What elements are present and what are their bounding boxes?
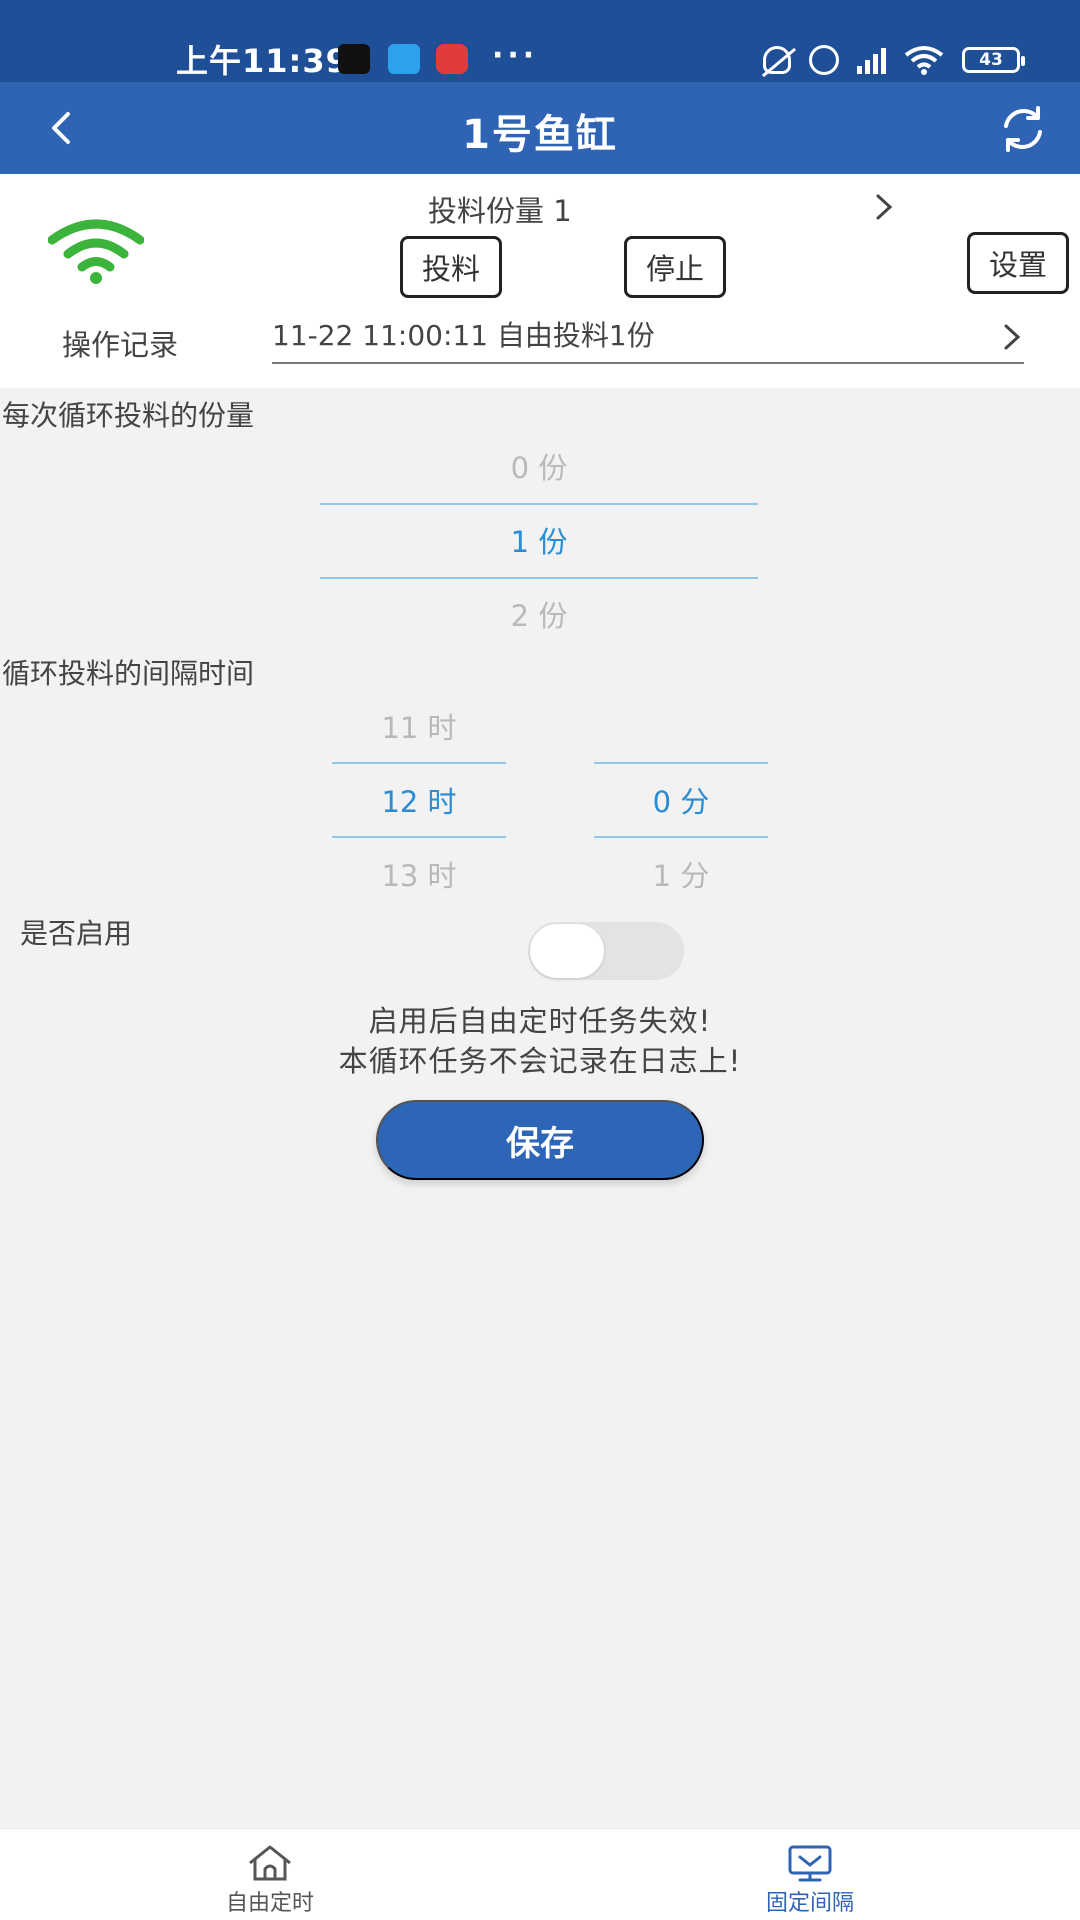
app-mascot-icon [436,44,468,74]
refresh-icon[interactable] [994,100,1052,158]
picker-divider [320,503,758,505]
operation-log-value: 11-22 11:00:11 自由投料1份 [272,319,655,352]
status-bar: 上午11:39 ··· 43 [0,0,1080,82]
hour-selected-option[interactable]: 12 时 [332,782,506,822]
alarm-icon [809,45,839,75]
status-time: 上午11:39 [176,42,349,80]
device-panel: 投料份量 1 投料 停止 设置 操作记录 11-22 11:00:11 自由投料… [0,174,1080,388]
chevron-right-icon[interactable] [872,192,896,222]
minute-selected-option[interactable]: 0 分 [594,782,768,822]
wifi-status-icon [904,46,944,75]
feed-button[interactable]: 投料 [400,236,502,298]
stop-button[interactable]: 停止 [624,236,726,298]
bottom-nav: 自由定时 固定间隔 [0,1828,1080,1920]
picker-divider [320,577,758,579]
picker-selected-option[interactable]: 1 份 [320,522,758,562]
nav-item-fixed-interval[interactable]: 固定间隔 [690,1829,930,1920]
minute-option[interactable]: 1 分 [594,856,768,896]
hour-option[interactable]: 13 时 [332,856,506,896]
operation-log-label: 操作记录 [62,328,179,362]
picker-divider [594,762,768,764]
app-bar: 1号鱼缸 [0,82,1080,174]
notice-text: 启用后自由定时任务失效! [368,1004,712,1038]
more-notifications-icon: ··· [492,38,539,73]
settings-button[interactable]: 设置 [967,232,1069,294]
device-wifi-icon [48,219,144,284]
picker-option[interactable]: 0 份 [320,448,758,488]
monitor-icon [788,1845,832,1882]
feed-portion-label: 投料份量 1 [428,194,572,228]
home-icon [249,1845,291,1881]
battery-icon: 43 [962,47,1025,73]
operation-log-field[interactable]: 11-22 11:00:11 自由投料1份 [272,316,1024,364]
toggle-knob [530,924,604,978]
picker-option[interactable]: 2 份 [320,596,758,636]
page-title: 1号鱼缸 [462,112,618,158]
portion-section-title: 每次循环投料的份量 [2,399,255,432]
save-button[interactable]: 保存 [376,1100,704,1180]
chevron-right-icon [1004,324,1021,350]
picker-divider [594,836,768,838]
picker-divider [332,836,506,838]
mute-icon [763,46,791,74]
interval-section-title: 循环投料的间隔时间 [2,657,255,690]
enable-toggle[interactable] [528,922,684,980]
picker-divider [332,762,506,764]
signal-icon [857,46,886,74]
status-icons: 43 [763,42,1025,78]
enable-label: 是否启用 [20,917,133,950]
cloud-icon [388,44,420,74]
tiktok-icon [338,44,370,74]
nav-label: 自由定时 [225,1891,314,1916]
hour-option[interactable]: 11 时 [332,708,506,748]
nav-item-free-timing[interactable]: 自由定时 [150,1829,390,1920]
nav-label: 固定间隔 [765,1891,854,1916]
notice-text: 本循环任务不会记录在日志上! [338,1044,742,1078]
